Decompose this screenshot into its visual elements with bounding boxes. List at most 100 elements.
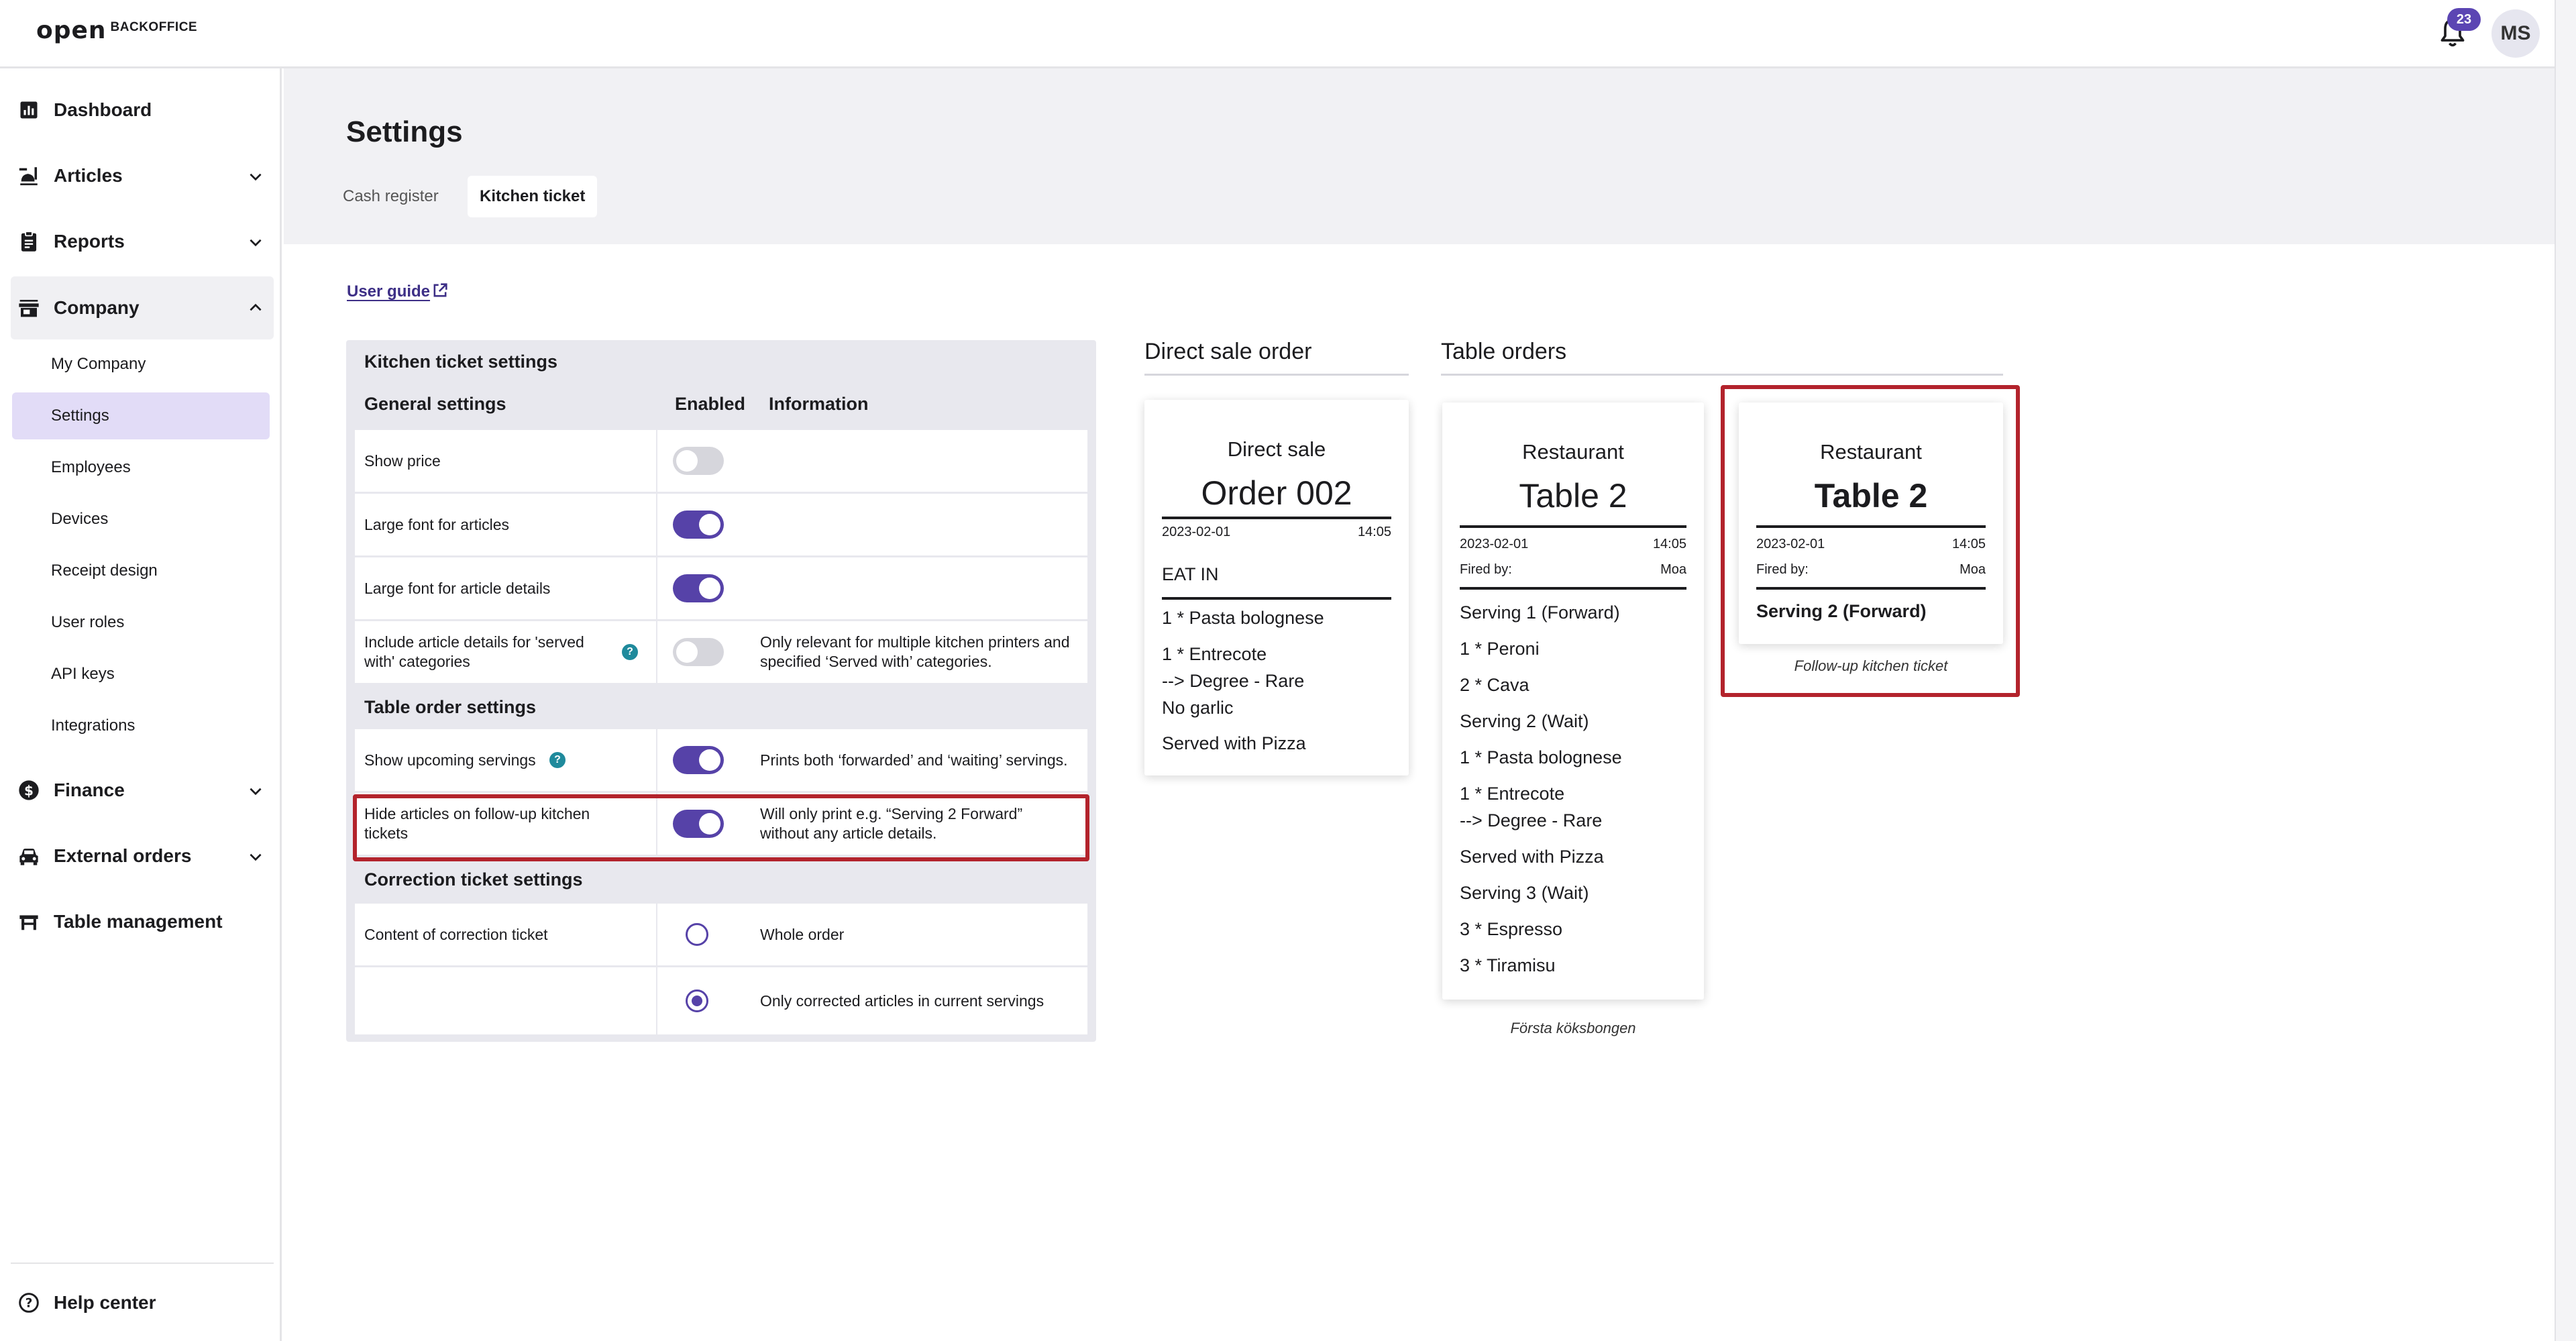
ticket-line: Serving 1 (Forward)	[1460, 602, 1620, 623]
ticket-line: 1 * Entrecote	[1460, 784, 1565, 804]
show-price-toggle[interactable]	[673, 447, 724, 475]
toggle-knob	[699, 578, 720, 599]
sidebar: Dashboard Articles Reports Company My Co…	[0, 68, 282, 1341]
help-icon[interactable]: ?	[622, 644, 638, 660]
sidebar-item-label: Finance	[54, 780, 125, 800]
ticket-rule	[1162, 517, 1391, 519]
direct-sale-preview-title: Direct sale order	[1144, 339, 1312, 364]
sidebar-item-finance[interactable]: $ Finance	[11, 763, 274, 817]
content-header: Settings Cash register Kitchen ticket	[284, 68, 2555, 244]
toggle-knob	[676, 450, 698, 472]
information-column-header: Information	[769, 394, 869, 414]
food-icon	[17, 164, 40, 187]
external-link-icon[interactable]	[431, 281, 449, 300]
chevron-up-icon	[250, 303, 262, 311]
ticket-line: 1 * Pasta bolognese	[1162, 608, 1324, 628]
ticket-date: 2023-02-01	[1162, 525, 1231, 539]
table-orders-preview-title: Table orders	[1441, 339, 1567, 364]
ticket-heading: Direct sale	[1227, 437, 1326, 461]
setting-row-large-font-articles: Large font for articles	[355, 494, 1087, 555]
large-font-details-toggle[interactable]	[673, 574, 724, 602]
radio-corrected-articles[interactable]	[686, 989, 708, 1012]
ticket-rule	[1460, 525, 1686, 528]
ticket-line: 1 * Pasta bolognese	[1460, 747, 1622, 767]
setting-row-show-price: Show price	[355, 430, 1087, 492]
sidebar-item-reports[interactable]: Reports	[11, 215, 274, 268]
store-icon	[17, 297, 40, 319]
sidebar-subitem-my-company[interactable]: My Company	[12, 341, 270, 388]
ticket-line: Served with Pizza	[1460, 847, 1604, 867]
setting-row-correction-whole-order: Content of correction ticket Whole order	[355, 904, 1087, 965]
setting-label: Include article details for 'served with…	[364, 633, 584, 670]
option-label: Only corrected articles in current servi…	[760, 991, 1044, 1010]
sidebar-item-company[interactable]: Company	[11, 276, 274, 339]
chevron-down-icon	[250, 173, 262, 181]
setting-label: Large font for articles	[364, 515, 510, 533]
ticket-rule	[1162, 597, 1391, 600]
ticket-time: 14:05	[1652, 537, 1686, 551]
cell-divider	[656, 494, 657, 555]
sidebar-item-dashboard[interactable]: Dashboard	[11, 83, 274, 137]
radio-whole-order[interactable]	[686, 923, 708, 946]
sidebar-subitem-receipt-design[interactable]: Receipt design	[12, 547, 270, 594]
chevron-down-icon	[250, 239, 262, 247]
option-label: Whole order	[760, 925, 845, 943]
sidebar-item-articles[interactable]: Articles	[11, 149, 274, 203]
chevron-down-icon	[250, 853, 262, 861]
sidebar-subitem-settings[interactable]: Settings	[12, 392, 270, 439]
preview-rule	[1441, 374, 2003, 376]
dollar-icon: $	[17, 779, 40, 802]
include-article-details-toggle[interactable]	[673, 638, 724, 666]
preview-rule	[1144, 374, 1409, 376]
sidebar-subitem-employees[interactable]: Employees	[12, 444, 270, 491]
cell-divider	[656, 430, 657, 492]
cell-divider	[656, 729, 657, 791]
large-font-articles-toggle[interactable]	[673, 511, 724, 539]
cell-divider	[656, 621, 657, 683]
sidebar-item-help-center[interactable]: ? Help center	[11, 1276, 274, 1330]
sidebar-subitem-devices[interactable]: Devices	[12, 496, 270, 543]
panel-title: Kitchen ticket settings	[364, 352, 558, 372]
toggle-knob	[699, 514, 720, 535]
ticket-line: Serving 2 (Wait)	[1460, 711, 1589, 731]
ticket-order-type: EAT IN	[1162, 564, 1219, 584]
setting-row-include-article-details: Include article details for 'served with…	[355, 621, 1087, 683]
page-scrollbar[interactable]	[2555, 0, 2576, 1341]
user-guide-link[interactable]: User guide	[347, 282, 430, 301]
app-logo[interactable]: open BACKOFFICE	[36, 17, 197, 44]
sidebar-item-label: External orders	[54, 845, 192, 866]
notification-badge: 23	[2447, 8, 2481, 31]
help-icon[interactable]: ?	[549, 752, 566, 768]
table-icon	[17, 910, 40, 933]
ticket-line: 3 * Espresso	[1460, 919, 1563, 939]
setting-info: Only relevant for multiple kitchen print…	[760, 633, 1070, 670]
cell-divider	[656, 967, 657, 1034]
sidebar-item-external-orders[interactable]: External orders	[11, 829, 274, 883]
kitchen-ticket-settings-panel: Kitchen ticket settings General settings…	[346, 340, 1096, 1042]
tab-kitchen-ticket[interactable]: Kitchen ticket	[468, 176, 598, 217]
sidebar-subitem-user-roles[interactable]: User roles	[12, 599, 270, 646]
general-settings-heading: General settings	[364, 394, 506, 414]
setting-row-show-upcoming-servings: Show upcoming servings ? Prints both ‘fo…	[355, 729, 1087, 791]
sidebar-item-label: Articles	[54, 165, 123, 186]
sidebar-subitem-api-keys[interactable]: API keys	[12, 651, 270, 698]
tab-cash-register[interactable]: Cash register	[331, 176, 451, 217]
ticket-fired-by: Moa	[1660, 562, 1686, 577]
correction-ticket-settings-heading: Correction ticket settings	[364, 869, 583, 890]
table-order-settings-heading: Table order settings	[364, 697, 537, 717]
sidebar-item-table-management[interactable]: Table management	[11, 895, 274, 949]
setting-label: Show price	[364, 451, 441, 470]
chart-icon	[17, 99, 40, 121]
ticket-rule	[1460, 587, 1686, 590]
sidebar-subitem-integrations[interactable]: Integrations	[12, 702, 270, 749]
sidebar-item-label: Help center	[54, 1292, 156, 1313]
logo-wordmark: open	[36, 17, 107, 44]
ticket-table-name: Table 2	[1519, 477, 1627, 515]
show-upcoming-servings-toggle[interactable]	[673, 746, 724, 774]
ticket-line: --> Degree - Rare	[1162, 671, 1305, 691]
sidebar-item-label: Reports	[54, 231, 125, 252]
setting-label: Content of correction ticket	[364, 925, 548, 943]
ticket-order-number: Order 002	[1201, 474, 1352, 512]
logo-suffix: BACKOFFICE	[110, 20, 198, 34]
user-avatar[interactable]: MS	[2491, 9, 2540, 58]
